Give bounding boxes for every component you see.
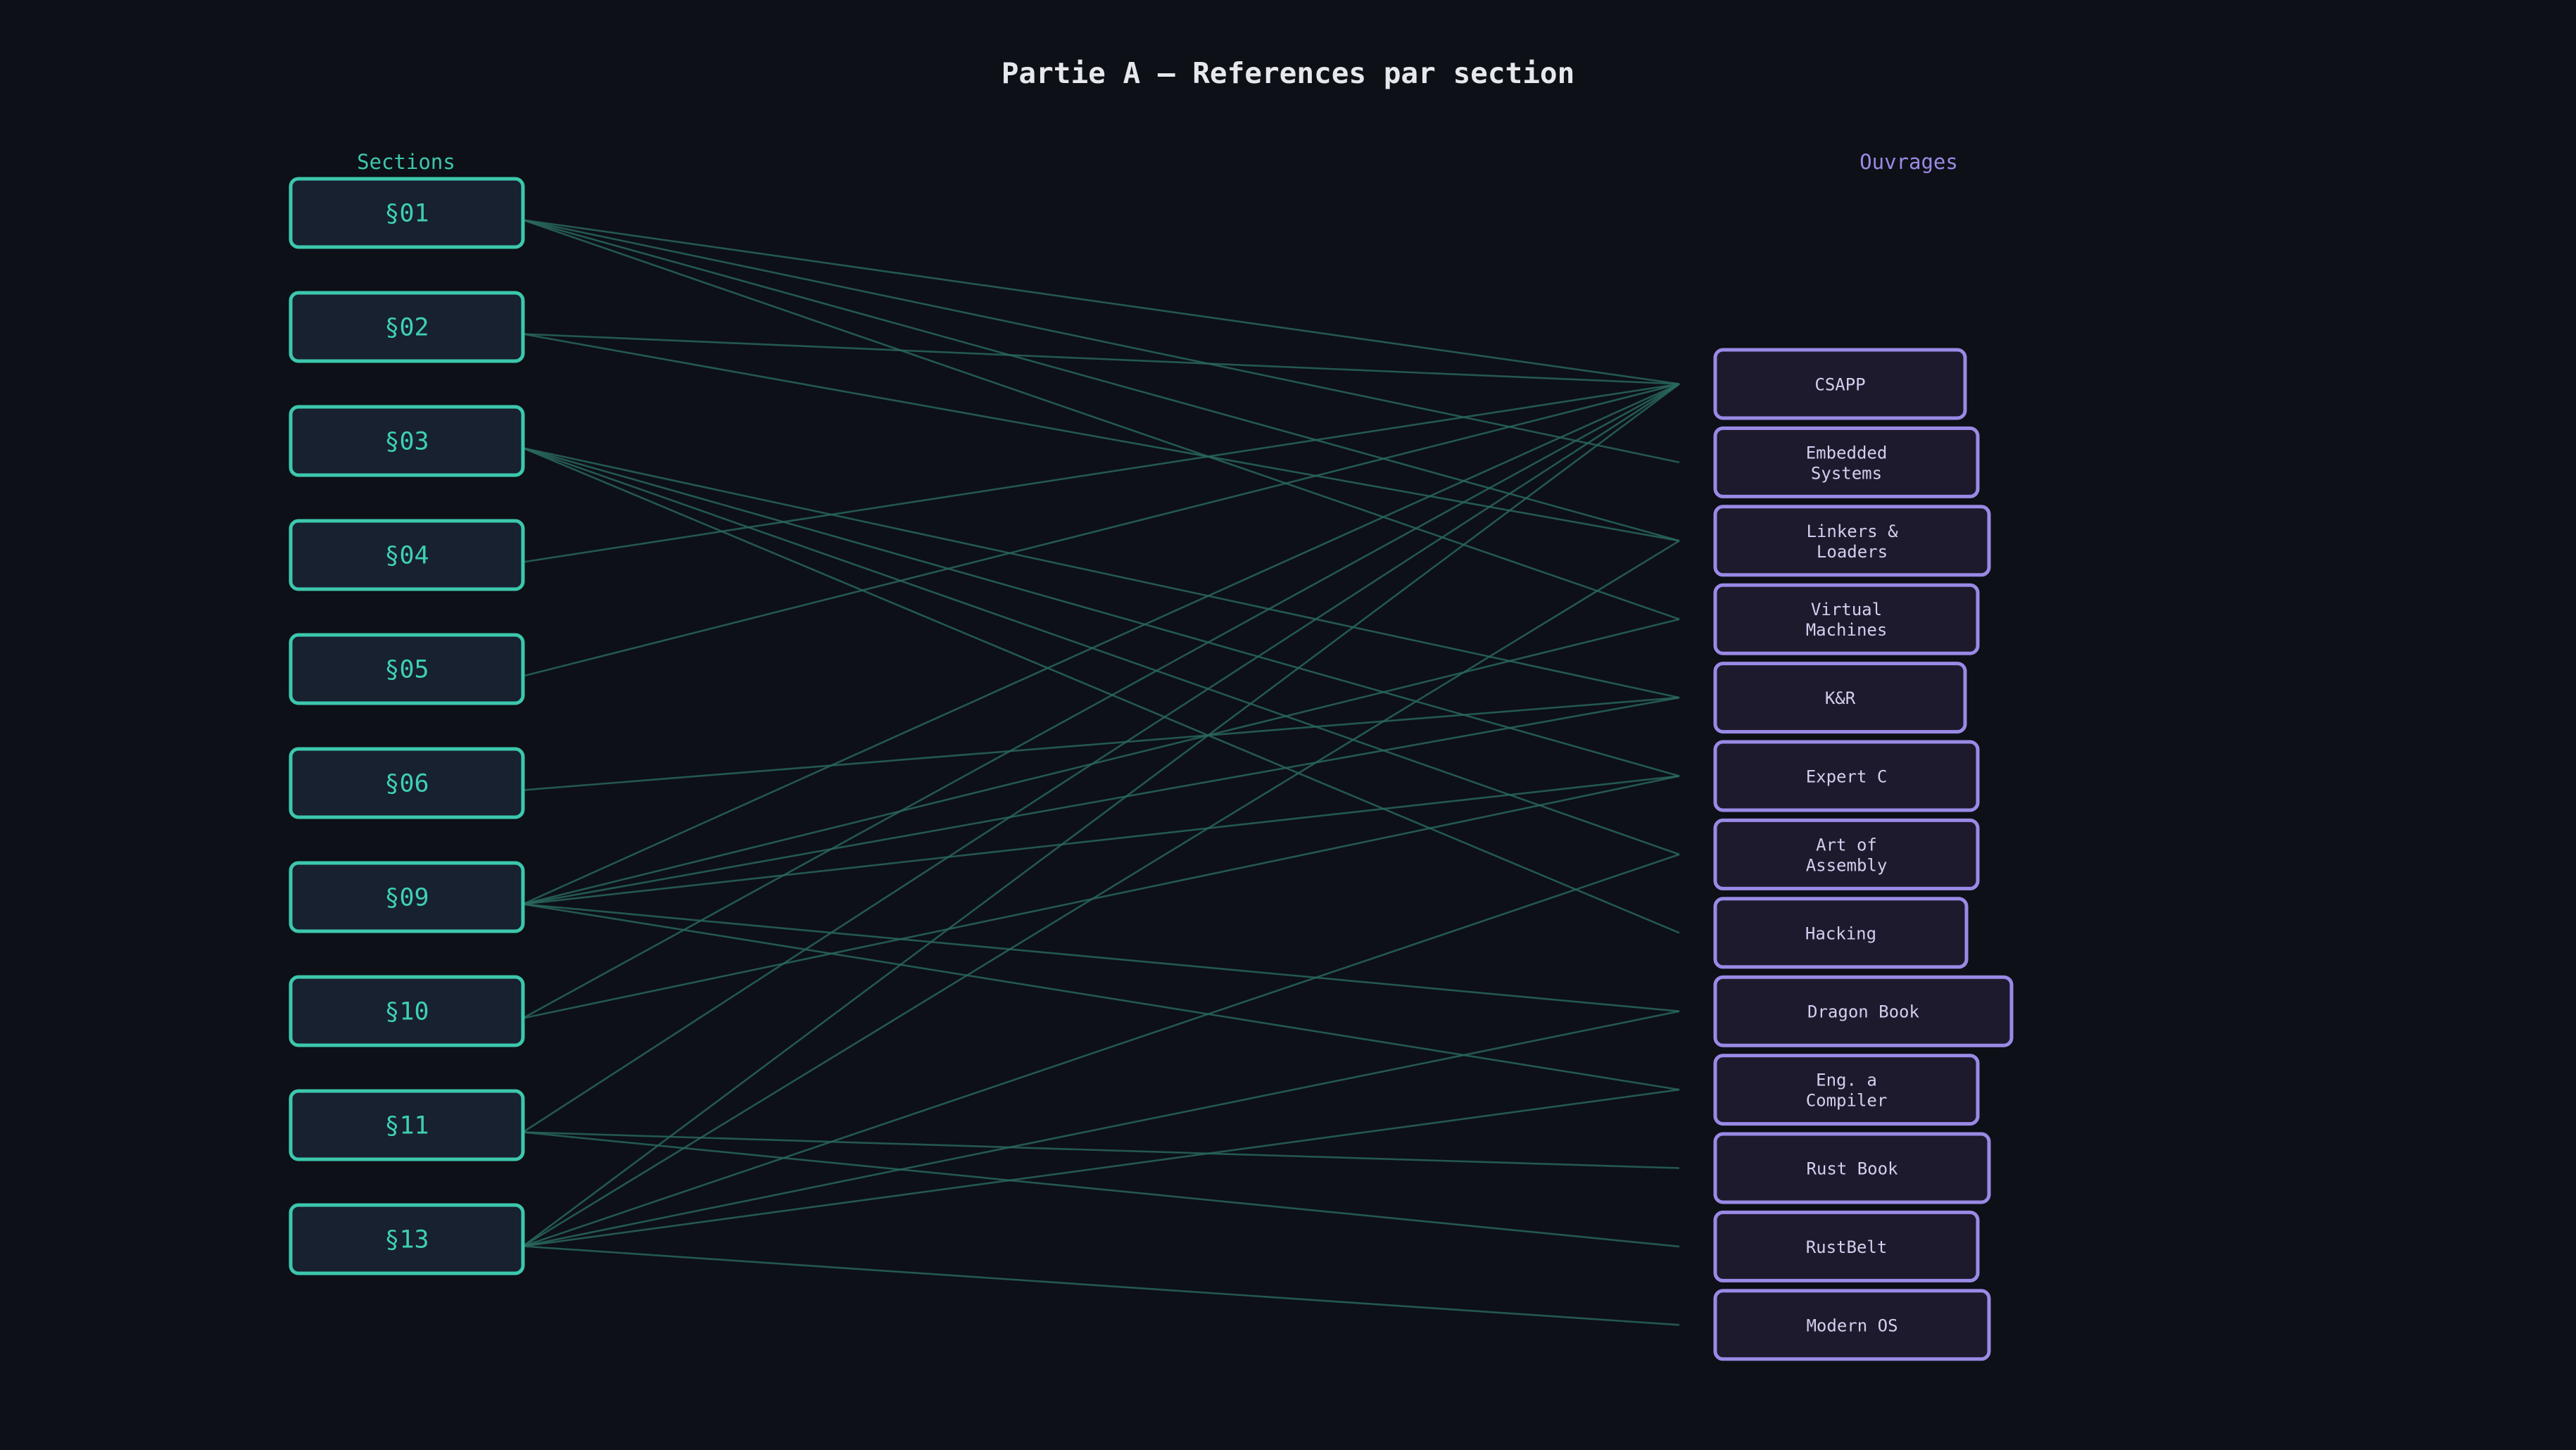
- section-node-s02[interactable]: §02: [289, 291, 525, 363]
- book-node-vm[interactable]: VirtualMachines: [1713, 583, 1980, 655]
- section-label: §06: [384, 770, 429, 798]
- section-label: §11: [384, 1112, 429, 1140]
- section-node-s03[interactable]: §03: [289, 405, 525, 477]
- section-node-s09[interactable]: §09: [289, 861, 525, 933]
- book-node-csapp[interactable]: CSAPP: [1713, 348, 1967, 420]
- book-label: Rust Book: [1806, 1159, 1898, 1179]
- sections-column-header: Sections: [357, 150, 455, 174]
- book-node-linkers[interactable]: Linkers &Loaders: [1713, 505, 1991, 577]
- section-label: §05: [384, 656, 429, 684]
- book-label: Dragon Book: [1807, 1002, 1919, 1022]
- section-node-s04[interactable]: §04: [289, 519, 525, 591]
- section-label: §02: [384, 314, 429, 342]
- book-label: Compiler: [1806, 1091, 1888, 1111]
- book-node-hacking[interactable]: Hacking: [1713, 897, 1969, 969]
- book-label: K&R: [1825, 688, 1856, 708]
- book-node-dragon[interactable]: Dragon Book: [1713, 975, 2014, 1047]
- section-label: §04: [384, 542, 429, 570]
- book-label: Loaders: [1817, 542, 1888, 562]
- book-node-assembly[interactable]: Art ofAssembly: [1713, 818, 1980, 890]
- section-label: §10: [384, 998, 429, 1026]
- book-node-rustbelt[interactable]: RustBelt: [1713, 1210, 1980, 1282]
- book-node-expertc[interactable]: Expert C: [1713, 740, 1980, 812]
- section-node-s05[interactable]: §05: [289, 633, 525, 705]
- section-label: §01: [384, 200, 429, 228]
- book-node-embedded[interactable]: EmbeddedSystems: [1713, 426, 1980, 498]
- book-label: Systems: [1811, 463, 1882, 483]
- book-label: Hacking: [1805, 923, 1876, 943]
- book-label: Virtual: [1811, 600, 1882, 619]
- book-label: Embedded: [1806, 443, 1888, 462]
- book-node-rustbook[interactable]: Rust Book: [1713, 1132, 1991, 1204]
- section-node-s10[interactable]: §10: [289, 975, 525, 1047]
- section-node-s11[interactable]: §11: [289, 1089, 525, 1161]
- book-label: Eng. a: [1816, 1071, 1877, 1090]
- book-node-kr[interactable]: K&R: [1713, 662, 1967, 734]
- section-node-s01[interactable]: §01: [289, 177, 525, 249]
- section-label: §13: [384, 1226, 429, 1254]
- book-label: CSAPP: [1814, 375, 1865, 395]
- book-label: Modern OS: [1806, 1316, 1898, 1335]
- book-node-modernos[interactable]: Modern OS: [1713, 1289, 1991, 1361]
- book-label: RustBelt: [1806, 1237, 1888, 1257]
- book-label: Machines: [1806, 620, 1888, 640]
- section-label: §09: [384, 884, 429, 912]
- book-label: Art of: [1816, 835, 1877, 855]
- book-label: Assembly: [1806, 855, 1888, 875]
- books-column-header: Ouvrages: [1860, 150, 1958, 174]
- book-node-engcomp[interactable]: Eng. aCompiler: [1713, 1054, 1980, 1126]
- section-node-s06[interactable]: §06: [289, 747, 525, 819]
- diagram-title: Partie A — References par section: [1002, 56, 1575, 90]
- book-label: Linkers &: [1806, 522, 1898, 541]
- section-node-s13[interactable]: §13: [289, 1203, 525, 1275]
- section-label: §03: [384, 428, 429, 456]
- book-label: Expert C: [1806, 767, 1888, 787]
- reference-diagram: Partie A — References par section Sectio…: [0, 0, 2576, 1450]
